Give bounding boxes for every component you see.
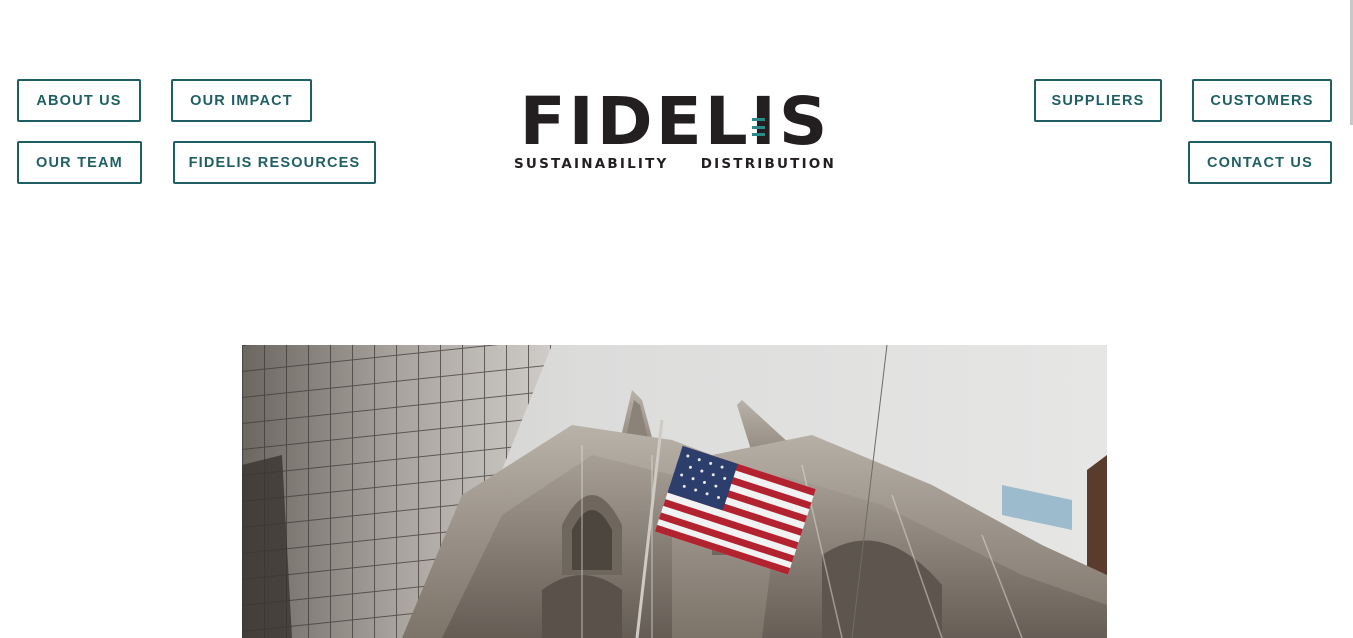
fidelis-resources-button[interactable]: FIDELIS RESOURCES: [173, 141, 376, 184]
fidelis-logo[interactable]: FIDELIS SUSTAINABILITY DISTRIBUTION: [514, 83, 836, 174]
about-us-button[interactable]: ABOUT US: [17, 79, 141, 122]
our-impact-button[interactable]: OUR IMPACT: [171, 79, 312, 122]
suppliers-button[interactable]: SUPPLIERS: [1034, 79, 1162, 122]
logo-tagline-distribution: DISTRIBUTION: [700, 156, 836, 172]
hero-cathedral-flag-illustration: [242, 345, 1107, 638]
customers-button[interactable]: CUSTOMERS: [1192, 79, 1332, 122]
page: ABOUT US OUR IMPACT OUR TEAM FIDELIS RES…: [0, 0, 1353, 638]
logo-wordmark: FIDELIS: [519, 83, 831, 160]
logo-tagline-sustainability: SUSTAINABILITY: [514, 156, 669, 172]
logo-accent-bars: [752, 118, 765, 136]
hero-image: [242, 345, 1107, 638]
contact-us-button[interactable]: CONTACT US: [1188, 141, 1332, 184]
logo-tagline: SUSTAINABILITY DISTRIBUTION: [514, 156, 836, 172]
our-team-button[interactable]: OUR TEAM: [17, 141, 142, 184]
